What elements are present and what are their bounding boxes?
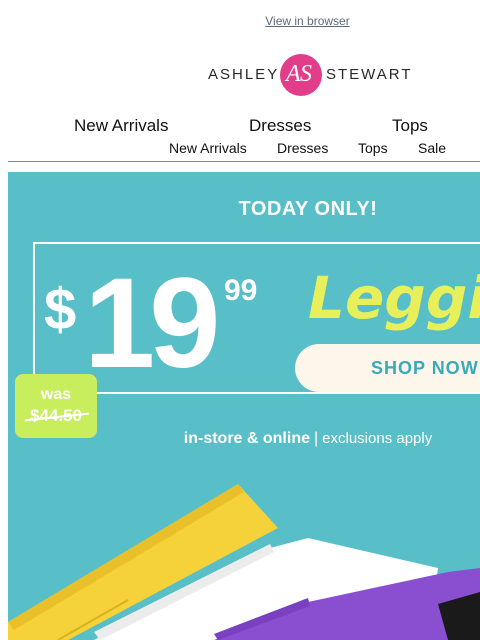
- promo-headline: TODAY ONLY!: [238, 198, 378, 220]
- secondary-nav-dresses[interactable]: Dresses: [277, 140, 328, 156]
- primary-nav: New Arrivals Dresses Tops: [0, 116, 480, 136]
- price-symbol: $: [44, 277, 77, 342]
- secondary-nav-tops[interactable]: Tops: [358, 140, 388, 156]
- primary-nav-tops[interactable]: Tops: [392, 116, 428, 136]
- secondary-nav-new-arrivals[interactable]: New Arrivals: [169, 140, 247, 156]
- price-cents: 99: [224, 274, 258, 307]
- availability-exclusions: exclusions apply: [322, 430, 433, 447]
- availability-channels: in-store & online: [183, 430, 310, 447]
- logo-word-left: ASHLEY: [208, 66, 280, 83]
- shop-now-button[interactable]: SHOP NOW: [295, 344, 480, 392]
- availability-note: in-store & online | exclusions apply: [8, 430, 480, 448]
- logo-word-right: STEWART: [326, 66, 413, 83]
- view-in-browser-link[interactable]: View in browser: [0, 14, 480, 28]
- primary-nav-dresses[interactable]: Dresses: [249, 116, 311, 136]
- product-name: Leggin: [308, 264, 480, 332]
- was-price-badge: was $44.50: [15, 374, 97, 438]
- availability-separator: |: [314, 430, 319, 447]
- was-label: was: [40, 386, 72, 403]
- shop-now-label: SHOP NOW: [371, 358, 479, 378]
- secondary-nav: New Arrivals Dresses Tops Sale: [0, 140, 480, 158]
- secondary-nav-sale[interactable]: Sale: [418, 140, 446, 156]
- primary-nav-new-arrivals[interactable]: New Arrivals: [74, 116, 168, 136]
- monogram-a: A: [286, 61, 301, 87]
- ashley-stewart-logo[interactable]: ASHLEY A S STEWART: [208, 54, 411, 96]
- logo-monogram: A S: [280, 54, 322, 96]
- leggings-promo-banner[interactable]: TODAY ONLY! $ 19 99 Leggin SHOP NOW was …: [8, 172, 480, 640]
- nav-divider: [8, 161, 480, 162]
- leggings-product-image: [8, 484, 480, 640]
- monogram-s: S: [300, 61, 312, 87]
- price-whole: 19: [84, 252, 220, 395]
